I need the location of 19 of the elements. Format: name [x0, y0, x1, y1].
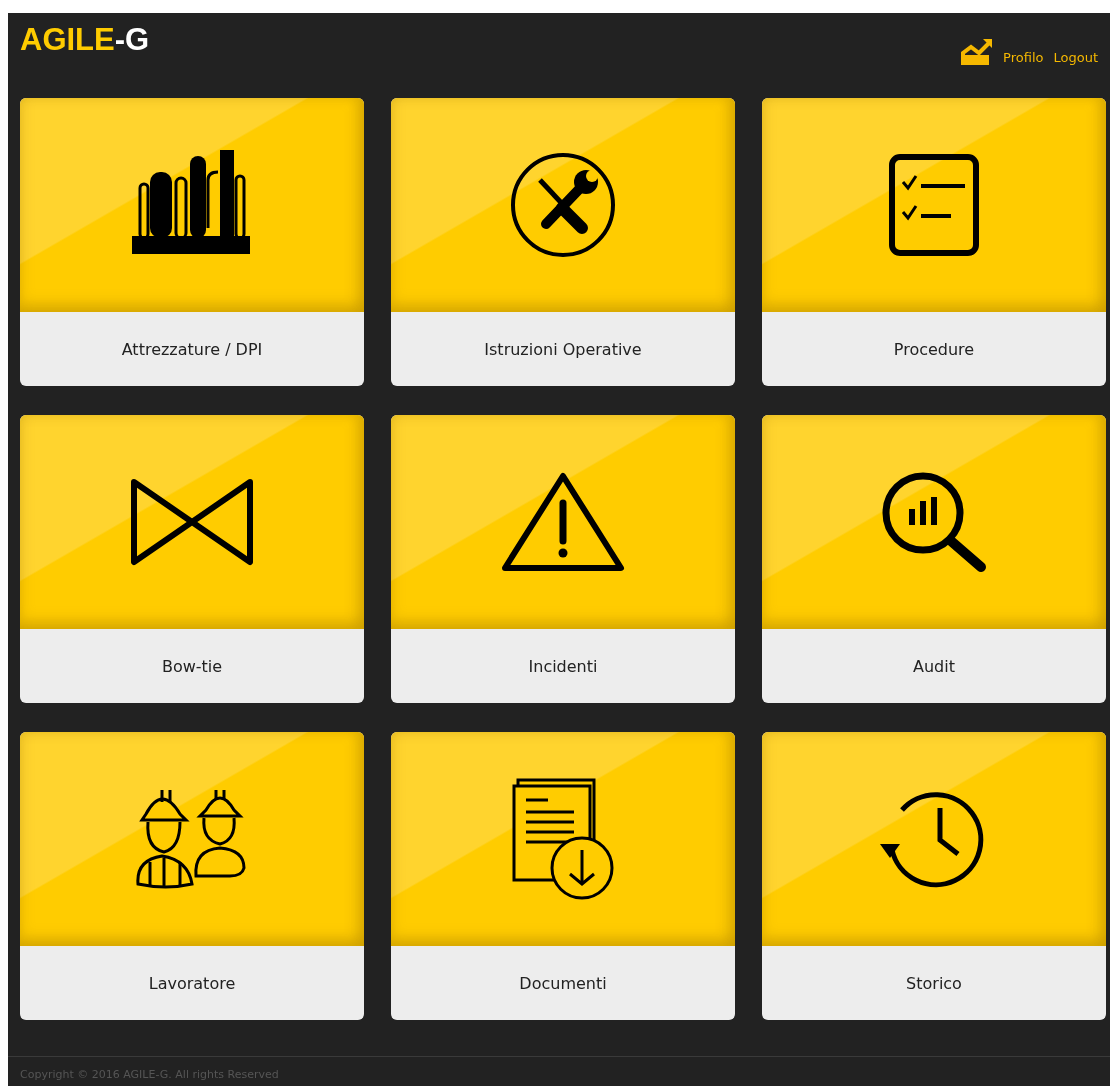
menu-tile[interactable]: Storico	[762, 732, 1106, 1020]
menu-tile[interactable]: Lavoratore	[20, 732, 364, 1020]
search-chart-icon	[881, 471, 987, 573]
menu-tile[interactable]: Istruzioni Operative	[391, 98, 735, 386]
menu-tile[interactable]: Documenti	[391, 732, 735, 1020]
app-logo[interactable]: AGILE-G	[20, 23, 150, 88]
menu-tile[interactable]: Procedure	[762, 98, 1106, 386]
menu-tile[interactable]: Bow-tie	[20, 415, 364, 703]
tools-icon	[510, 152, 616, 258]
document-download-icon	[512, 776, 614, 902]
menu-tile[interactable]: Incidenti	[391, 415, 735, 703]
chart-icon[interactable]	[961, 37, 994, 65]
nav-link[interactable]: Profilo	[1003, 50, 1044, 65]
nav-link[interactable]: Logout	[1053, 50, 1098, 65]
checklist-icon	[889, 154, 979, 256]
menu-tile[interactable]: Audit	[762, 415, 1106, 703]
warning-icon	[500, 471, 626, 573]
bowtie-icon	[129, 478, 255, 566]
menu-tile[interactable]: Attrezzature / DPI	[20, 98, 364, 386]
